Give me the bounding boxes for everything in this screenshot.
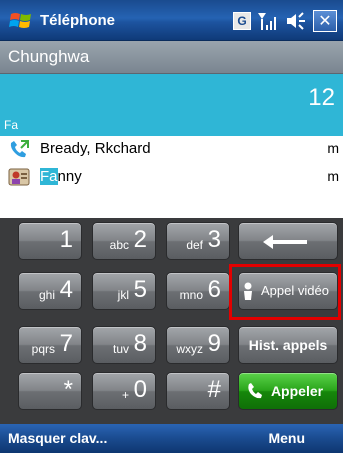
- call-button[interactable]: Appeler: [238, 372, 338, 410]
- key-hash[interactable]: #: [166, 372, 230, 410]
- backspace-button[interactable]: [238, 222, 338, 260]
- video-call-label: Appel vidéo: [261, 283, 329, 298]
- contact-name: Bready, Rkchard: [40, 140, 151, 157]
- contact-card-icon: [8, 168, 30, 186]
- app-title: Téléphone: [40, 12, 116, 29]
- list-item[interactable]: Bready, Rkchard m: [0, 136, 343, 162]
- call-label: Appeler: [270, 383, 324, 399]
- key-7[interactable]: pqrs 7: [18, 326, 82, 364]
- dial-display: 12 Fa: [0, 74, 343, 136]
- windows-flag-icon[interactable]: [9, 10, 33, 32]
- key-3[interactable]: def 3: [166, 222, 230, 260]
- key-8[interactable]: tuv 8: [92, 326, 156, 364]
- key-star[interactable]: *: [18, 372, 82, 410]
- key-5[interactable]: jkl 5: [92, 272, 156, 310]
- softkey-left[interactable]: Masquer clav...: [8, 430, 107, 446]
- call-history-icon: [10, 140, 29, 158]
- status-area: G ✕: [233, 10, 337, 32]
- number-type: m: [327, 168, 339, 184]
- key-9[interactable]: wxyz 9: [166, 326, 230, 364]
- softkey-right[interactable]: Menu: [268, 430, 305, 446]
- contact-name: Fanny: [40, 168, 82, 185]
- contact-name-rest: nny: [57, 168, 82, 185]
- person-icon: [244, 282, 252, 300]
- dialed-number: 12: [308, 84, 335, 111]
- g-icon[interactable]: G: [233, 12, 251, 30]
- close-icon[interactable]: ✕: [313, 10, 337, 32]
- matched-text: Fa: [4, 118, 19, 132]
- match-highlight: Fa: [40, 168, 58, 185]
- contact-results: Bready, Rkchard m Fanny m: [0, 136, 343, 218]
- key-0[interactable]: + 0: [92, 372, 156, 410]
- backspace-arrow-icon: [263, 235, 307, 249]
- list-item[interactable]: Fanny m: [0, 164, 343, 190]
- call-history-button[interactable]: Hist. appels: [238, 326, 338, 364]
- volume-icon[interactable]: [285, 11, 307, 31]
- key-4[interactable]: ghi 4: [18, 272, 82, 310]
- key-2[interactable]: abc 2: [92, 222, 156, 260]
- video-call-button[interactable]: Appel vidéo: [238, 272, 338, 310]
- key-1[interactable]: 1: [18, 222, 82, 260]
- signal-icon[interactable]: [257, 11, 279, 31]
- title-bar: Téléphone G ✕: [0, 0, 343, 41]
- carrier-name: Chunghwa: [0, 41, 343, 74]
- number-type: m: [327, 140, 339, 156]
- call-history-label: Hist. appels: [248, 337, 328, 353]
- key-6[interactable]: mno 6: [166, 272, 230, 310]
- softkey-bar: Masquer clav... Menu: [0, 424, 343, 453]
